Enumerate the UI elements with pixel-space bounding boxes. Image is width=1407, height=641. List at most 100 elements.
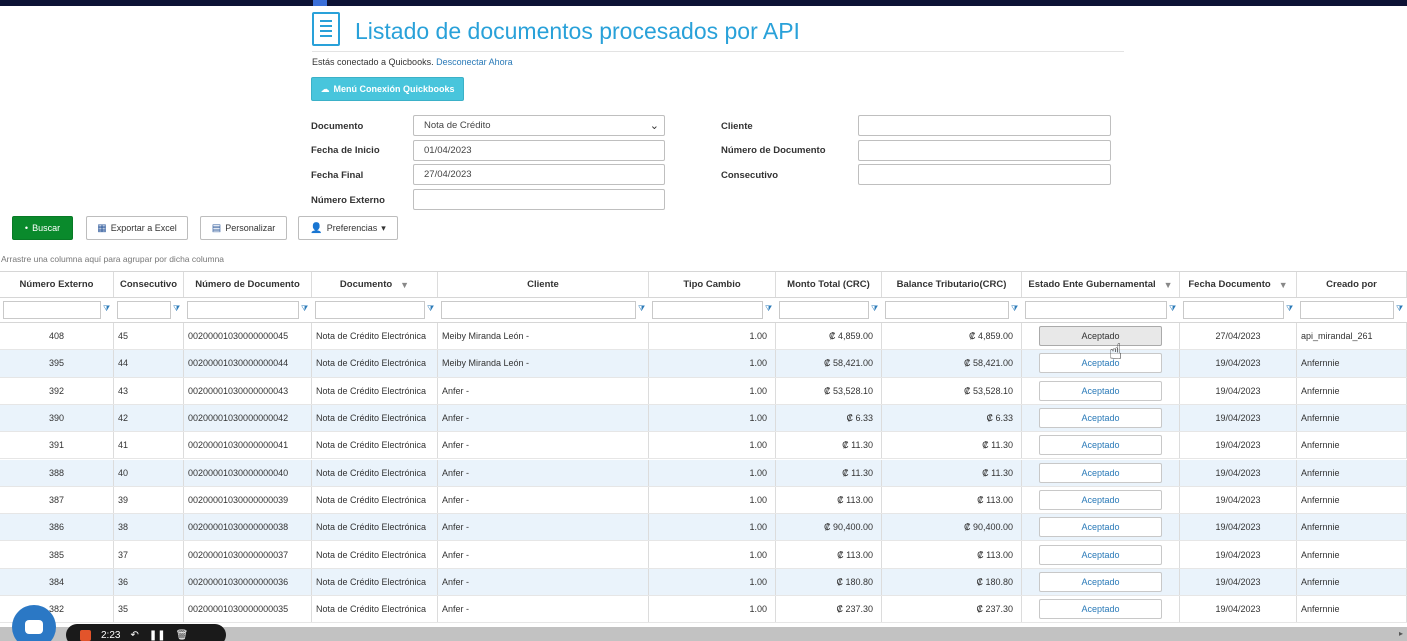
table-row[interactable]: 387 39 00200001030000000039 Nota de Crédito… — [0, 486, 1407, 515]
column-header[interactable]: Balance Tributario(CRC) — [882, 272, 1022, 297]
column-filter-input[interactable] — [187, 301, 299, 319]
filter-funnel-icon[interactable]: ⧩ — [638, 304, 645, 314]
column-header[interactable]: Creado por — [1297, 272, 1407, 297]
scroll-right-icon[interactable]: ▸ — [1399, 629, 1403, 638]
status-button[interactable]: Aceptado — [1039, 408, 1162, 429]
disconnect-link[interactable]: Desconectar Ahora — [436, 57, 513, 67]
top-bar-indicator — [313, 0, 327, 6]
column-filter-icon[interactable]: ▼ — [1279, 280, 1288, 290]
column-header[interactable]: Cliente — [438, 272, 649, 297]
status-button[interactable]: Aceptado — [1039, 435, 1162, 456]
filter-funnel-icon[interactable]: ⧩ — [427, 304, 434, 314]
table-cell: 44 — [114, 350, 184, 377]
table-row[interactable]: 388 40 00200001030000000040 Nota de Crédito… — [0, 459, 1407, 487]
status-button[interactable]: Aceptado — [1039, 517, 1162, 538]
table-cell: 35 — [114, 596, 184, 623]
column-header[interactable]: Número Externo — [0, 272, 114, 297]
table-row[interactable]: 390 42 00200001030000000042 Nota de Crédito… — [0, 404, 1407, 433]
column-filter-input[interactable] — [3, 301, 101, 319]
column-header[interactable]: Documento ▼ — [312, 272, 438, 297]
preferencias-dropdown[interactable]: 👤 Preferencias ▾ — [298, 216, 398, 240]
quickbooks-menu-button[interactable]: ☁ Menú Conexión Quickbooks — [311, 77, 464, 101]
filter-funnel-icon[interactable]: ⧩ — [765, 304, 772, 314]
pause-icon[interactable]: ❚❚ — [149, 630, 166, 641]
filter-funnel-icon[interactable]: ⧩ — [1011, 304, 1018, 314]
table-cell: Anfer - — [438, 596, 649, 623]
table-cell: 00200001030000000038 — [184, 514, 312, 541]
column-filter-input[interactable] — [779, 301, 869, 319]
table-cell: Nota de Crédito Electrónica — [312, 514, 438, 541]
buscar-button[interactable]: • Buscar — [12, 216, 73, 240]
table-row[interactable]: 395 44 00200001030000000044 Nota de Crédito… — [0, 350, 1407, 378]
personalizar-label: Personalizar — [225, 223, 276, 233]
undo-icon[interactable]: ↶ — [130, 630, 138, 641]
column-header-label: Documento — [339, 279, 393, 290]
column-filter-input[interactable] — [1025, 301, 1167, 319]
column-header[interactable]: Monto Total (CRC) — [776, 272, 882, 297]
table-cell: 19/04/2023 — [1180, 541, 1297, 568]
filter-funnel-icon[interactable]: ⧩ — [173, 304, 180, 314]
column-header[interactable]: Fecha Documento ▼ — [1180, 272, 1297, 297]
status-cell: Aceptado — [1022, 350, 1180, 377]
documento-select[interactable]: Nota de Crédito ⌄ — [413, 115, 665, 136]
table-row[interactable]: 382 35 00200001030000000035 Nota de Crédito… — [0, 596, 1407, 624]
column-header[interactable]: Tipo Cambio — [649, 272, 776, 297]
table-cell: 395 — [0, 350, 114, 377]
table-cell: Nota de Crédito Electrónica — [312, 541, 438, 568]
column-filter-icon[interactable]: ▼ — [1164, 280, 1173, 290]
filter-funnel-icon[interactable]: ⧩ — [1286, 304, 1293, 314]
status-button[interactable]: Aceptado — [1039, 462, 1162, 483]
status-button[interactable]: Aceptado — [1039, 326, 1162, 347]
cliente-input[interactable] — [858, 115, 1111, 136]
column-header[interactable]: Consecutivo — [114, 272, 184, 297]
filter-funnel-icon[interactable]: ⧩ — [871, 304, 878, 314]
chat-icon[interactable] — [12, 605, 56, 641]
filter-funnel-icon[interactable]: ⧩ — [1396, 304, 1403, 314]
column-filter-input[interactable] — [1183, 301, 1284, 319]
table-cell: 390 — [0, 404, 114, 432]
table-cell: 19/04/2023 — [1180, 404, 1297, 432]
fecha-inicio-input[interactable]: 01/04/2023 — [413, 140, 665, 161]
exportar-excel-button[interactable]: ▦ Exportar a Excel — [86, 216, 188, 240]
table-cell: Anfernnie — [1297, 514, 1407, 541]
table-cell: 1.00 — [649, 514, 776, 541]
column-filter-input[interactable] — [315, 301, 425, 319]
table-row[interactable]: 384 36 00200001030000000036 Nota de Crédito… — [0, 568, 1407, 596]
personalizar-button[interactable]: ▤ Personalizar — [200, 216, 287, 240]
numero-externo-input[interactable] — [413, 189, 665, 210]
numero-documento-input[interactable] — [858, 140, 1111, 161]
filter-funnel-icon[interactable]: ⧩ — [301, 304, 308, 314]
fecha-final-input[interactable]: 27/04/2023 — [413, 164, 665, 185]
status-button[interactable]: Aceptado — [1039, 353, 1162, 374]
column-header-label: Número Externo — [19, 279, 94, 290]
table-row[interactable]: 392 43 00200001030000000043 Nota de Crédito… — [0, 377, 1407, 405]
column-filter-icon[interactable]: ▼ — [400, 280, 409, 290]
column-filter-input[interactable] — [117, 301, 171, 319]
column-filter-input[interactable] — [1300, 301, 1394, 319]
filter-funnel-icon[interactable]: ⧩ — [103, 304, 110, 314]
status-button[interactable]: Aceptado — [1039, 380, 1162, 401]
status-button[interactable]: Aceptado — [1039, 599, 1162, 620]
column-filter-input[interactable] — [652, 301, 763, 319]
table-cell: 1.00 — [649, 568, 776, 595]
table-row[interactable]: 408 45 00200001030000000045 Nota de Crédito… — [0, 323, 1407, 351]
column-header[interactable]: Número de Documento — [184, 272, 312, 297]
status-button[interactable]: Aceptado — [1039, 571, 1162, 592]
stop-record-icon[interactable] — [80, 629, 91, 641]
trash-icon[interactable]: 🗑 — [176, 630, 189, 641]
table-cell: ₡ 11.30 — [882, 459, 1022, 486]
table-row[interactable]: 386 38 00200001030000000038 Nota de Crédito… — [0, 514, 1407, 542]
column-header[interactable]: Estado Ente Gubernamental ▼ — [1022, 272, 1180, 297]
filter-funnel-icon[interactable]: ⧩ — [1169, 304, 1176, 314]
column-filter-input[interactable] — [441, 301, 636, 319]
column-filter-input[interactable] — [885, 301, 1009, 319]
consecutivo-label: Consecutivo — [721, 170, 779, 181]
table-row[interactable]: 391 41 00200001030000000041 Nota de Crédito… — [0, 432, 1407, 460]
table-cell: Anfer - — [438, 514, 649, 541]
status-button[interactable]: Aceptado — [1039, 544, 1162, 565]
consecutivo-input[interactable] — [858, 164, 1111, 185]
table-row[interactable]: 385 37 00200001030000000037 Nota de Crédito… — [0, 541, 1407, 569]
table-cell: 1.00 — [649, 377, 776, 404]
table-cell: ₡ 237.30 — [882, 596, 1022, 623]
status-button[interactable]: Aceptado — [1039, 489, 1162, 510]
